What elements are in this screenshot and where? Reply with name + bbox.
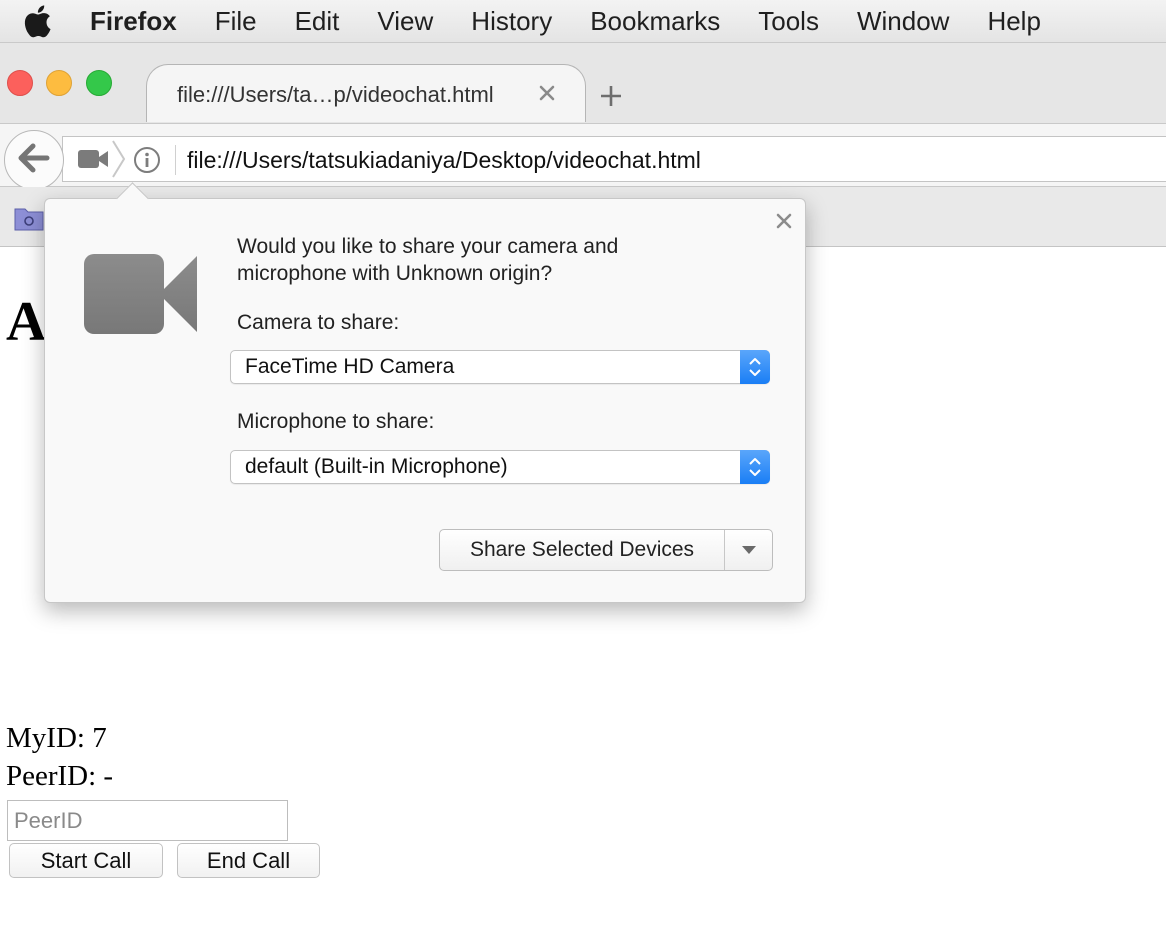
info-icon[interactable]	[133, 146, 161, 174]
window-maximize-button[interactable]	[86, 70, 112, 96]
microphone-select[interactable]: default (Built-in Microphone)	[230, 450, 770, 484]
close-icon[interactable]	[537, 83, 557, 103]
camera-select[interactable]: FaceTime HD Camera	[230, 350, 770, 384]
tab-title: file:///Users/ta…p/videochat.html	[177, 82, 494, 107]
stepper-icon[interactable]	[740, 350, 770, 384]
window-minimize-button[interactable]	[46, 70, 72, 96]
menu-app-firefox[interactable]: Firefox	[90, 0, 177, 42]
chevron-down-icon[interactable]	[725, 530, 772, 570]
url-divider	[175, 145, 176, 175]
plus-icon[interactable]	[598, 83, 624, 109]
peer-id-input[interactable]	[7, 800, 288, 841]
chevron-separator-icon	[111, 139, 127, 179]
navigation-toolbar: file:///Users/tatsukiadaniya/Desktop/vid…	[0, 123, 1166, 190]
back-button[interactable]	[4, 130, 64, 190]
close-icon[interactable]	[774, 211, 794, 231]
menu-bar: Firefox File Edit View History Bookmarks…	[0, 0, 1166, 43]
microphone-select-value: default (Built-in Microphone)	[245, 455, 508, 478]
menu-tools[interactable]: Tools	[758, 0, 819, 42]
menu-file[interactable]: File	[215, 0, 257, 42]
bookmarks-folder-icon[interactable]	[14, 205, 44, 231]
camera-label: Camera to share:	[237, 311, 400, 334]
menu-view[interactable]: View	[377, 0, 433, 42]
camera-select-value: FaceTime HD Camera	[245, 355, 455, 378]
end-call-button[interactable]: End Call	[177, 843, 320, 878]
media-permission-popup: Would you like to share your camera and …	[44, 182, 806, 603]
camera-icon	[83, 252, 199, 336]
camera-icon[interactable]	[77, 147, 109, 171]
menu-window[interactable]: Window	[857, 0, 949, 42]
url-bar[interactable]: file:///Users/tatsukiadaniya/Desktop/vid…	[62, 136, 1166, 182]
start-call-button[interactable]: Start Call	[9, 843, 163, 878]
menu-help[interactable]: Help	[987, 0, 1040, 42]
apple-icon[interactable]	[22, 4, 56, 38]
window-close-button[interactable]	[7, 70, 33, 96]
share-selected-devices-button[interactable]: Share Selected Devices	[439, 529, 773, 571]
peer-id-text: PeerID: -	[6, 760, 114, 792]
menu-history[interactable]: History	[471, 0, 552, 42]
permission-question: Would you like to share your camera and …	[237, 235, 619, 285]
url-text[interactable]: file:///Users/tatsukiadaniya/Desktop/vid…	[187, 147, 701, 174]
share-button-label: Share Selected Devices	[469, 538, 695, 561]
browser-tab[interactable]: file:///Users/ta…p/videochat.html	[146, 64, 586, 122]
page-title: A	[6, 291, 47, 353]
menu-bookmarks[interactable]: Bookmarks	[590, 0, 720, 42]
stepper-icon[interactable]	[740, 450, 770, 484]
my-id-text: MyID: 7	[6, 722, 107, 754]
microphone-label: Microphone to share:	[237, 410, 435, 433]
menu-edit[interactable]: Edit	[295, 0, 340, 42]
back-arrow-icon	[17, 143, 51, 178]
